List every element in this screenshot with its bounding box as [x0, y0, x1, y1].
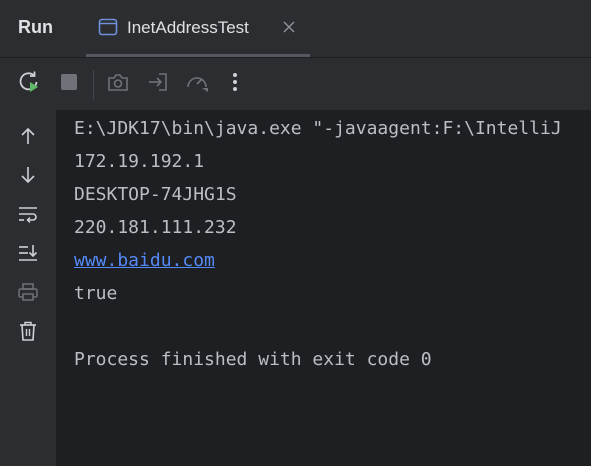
more-icon: [232, 72, 238, 97]
exit-icon: [146, 71, 170, 98]
stop-icon: [59, 72, 79, 97]
console-line: 220.181.111.232: [74, 217, 237, 238]
clear-all-button[interactable]: [16, 321, 40, 345]
console-window-icon: [98, 18, 118, 36]
soft-wrap-icon: [17, 204, 39, 229]
soft-wrap-button[interactable]: [16, 204, 40, 228]
panel-title: Run: [18, 17, 53, 37]
console-output[interactable]: E:\JDK17\bin\java.exe "-javaagent:F:\Int…: [56, 110, 591, 466]
previous-occurrence-button[interactable]: [16, 126, 40, 150]
tab-inetaddresstest[interactable]: InetAddressTest: [86, 0, 310, 57]
trash-icon: [18, 320, 38, 347]
exit-button[interactable]: [145, 71, 171, 97]
console-line: DESKTOP-74JHG1S: [74, 184, 237, 205]
toolbar-divider: [93, 70, 94, 100]
screenshot-button[interactable]: [105, 71, 131, 97]
profiler-button[interactable]: [184, 71, 210, 97]
arrow-down-icon: [18, 165, 38, 190]
tab-label: InetAddressTest: [127, 18, 249, 37]
console-line-command: E:\JDK17\bin\java.exe "-javaagent:F:\Int…: [74, 118, 562, 139]
scroll-to-end-button[interactable]: [16, 243, 40, 267]
close-icon[interactable]: [282, 20, 296, 34]
print-icon: [17, 282, 39, 307]
console-line-exit-status: Process finished with exit code 0: [74, 349, 432, 370]
camera-icon: [106, 71, 130, 98]
console-line: true: [74, 283, 118, 304]
rerun-icon: [17, 70, 41, 99]
scroll-to-end-icon: [17, 243, 39, 268]
console-side-toolbar: [0, 110, 57, 466]
stop-button[interactable]: [56, 71, 82, 97]
print-button[interactable]: [16, 282, 40, 306]
run-toolbar: [0, 58, 591, 110]
next-occurrence-button[interactable]: [16, 165, 40, 189]
gauge-icon: [184, 71, 210, 98]
more-options-button[interactable]: [222, 71, 248, 97]
run-tool-window-header: Run InetAddressTest: [0, 0, 591, 57]
arrow-up-icon: [18, 126, 38, 151]
console-hyperlink[interactable]: www.baidu.com: [74, 250, 215, 271]
rerun-button[interactable]: [16, 71, 42, 97]
console-line: 172.19.192.1: [74, 151, 205, 172]
